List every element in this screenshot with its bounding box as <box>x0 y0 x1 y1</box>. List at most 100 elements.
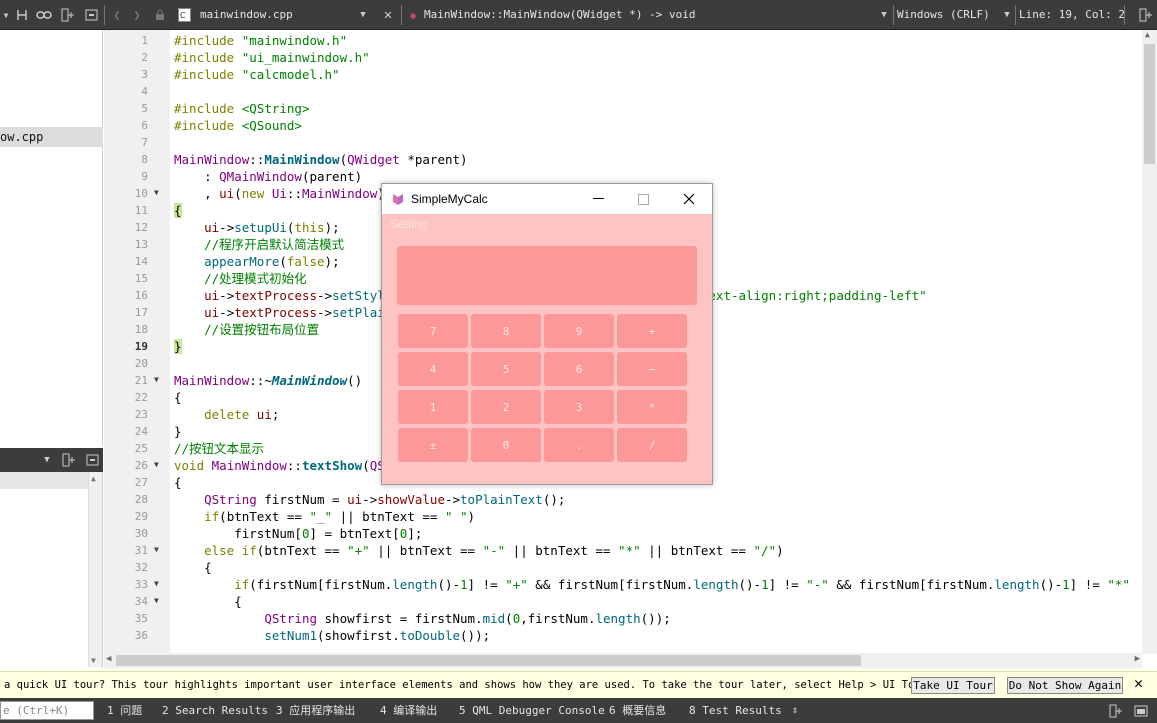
setting-menu[interactable]: Setting <box>390 217 427 231</box>
code-line[interactable]: QString firstNum = ui->showValue->toPlai… <box>174 491 565 508</box>
file-selector[interactable]: mainwindow.cpp <box>200 0 293 30</box>
tab-qml-debugger-console[interactable]: 5 QML Debugger Console <box>459 698 605 723</box>
calc-key[interactable]: 8 <box>471 314 541 348</box>
code-line[interactable]: QString showfirst = firstNum.mid(0,first… <box>174 610 670 627</box>
calc-key[interactable]: 7 <box>398 314 468 348</box>
chevron-down-icon[interactable]: ▼ <box>40 448 54 472</box>
code-line[interactable]: //按钮文本显示 <box>174 440 264 457</box>
split-icon[interactable] <box>60 448 78 472</box>
chevron-updown-icon[interactable]: ⇕ <box>792 698 798 723</box>
filter-icon[interactable]: ▾ <box>0 0 12 30</box>
scrollbar-thumb[interactable] <box>1144 44 1155 164</box>
code-line[interactable]: #include <QSound> <box>174 117 302 134</box>
calc-key[interactable]: 1 <box>398 390 468 424</box>
calc-key[interactable]: 5 <box>471 352 541 386</box>
fold-marker-icon[interactable]: ▼ <box>154 579 170 588</box>
code-line[interactable]: { <box>174 389 182 406</box>
code-line[interactable]: : QMainWindow(parent) <box>174 168 362 185</box>
code-line[interactable]: #include "calcmodel.h" <box>174 66 340 83</box>
code-line[interactable]: //程序开启默认简洁模式 <box>174 236 344 253</box>
tab-general-messages[interactable]: 6 概要信息 <box>609 698 666 723</box>
horizontal-scrollbar[interactable]: ◀ ▶ <box>104 653 1142 668</box>
code-line[interactable]: MainWindow::MainWindow(QWidget *parent) <box>174 151 468 168</box>
calculator-title-bar[interactable]: SimpleMyCalc <box>382 184 712 214</box>
back-icon[interactable]: ❮ <box>108 0 126 30</box>
code-line[interactable]: if(btnText == "_" || btnText == " ") <box>174 508 475 525</box>
tab-application-output[interactable]: 3 应用程序输出 <box>276 698 355 723</box>
code-line[interactable]: } <box>174 423 182 440</box>
code-line[interactable]: if(firstNum[firstNum.length()-1] != "+" … <box>174 576 1130 593</box>
close-sidebar-icon[interactable] <box>82 0 100 30</box>
panel-icon[interactable] <box>1130 698 1152 723</box>
calc-key[interactable]: 9 <box>544 314 614 348</box>
code-line[interactable]: ui->setupUi(this); <box>174 219 340 236</box>
link-icon[interactable] <box>33 0 55 30</box>
close-button[interactable] <box>666 184 711 214</box>
calc-key[interactable]: . <box>544 428 614 462</box>
code-line[interactable]: #include <QString> <box>174 100 309 117</box>
tab-issues[interactable]: 1 问题 <box>107 698 142 723</box>
split-icon[interactable] <box>1136 0 1156 30</box>
forward-icon[interactable]: ❯ <box>128 0 146 30</box>
code-line[interactable]: { <box>174 559 212 576</box>
maximize-button[interactable] <box>621 184 666 214</box>
code-line[interactable]: #include "mainwindow.h" <box>174 32 347 49</box>
chevron-down-icon[interactable]: ▼ <box>356 0 370 30</box>
code-line[interactable]: { <box>174 474 182 491</box>
code-line[interactable]: MainWindow::~MainWindow() <box>174 372 362 389</box>
line-ending-selector[interactable]: Windows (CRLF) <box>897 0 990 30</box>
calc-key[interactable]: + <box>617 314 687 348</box>
cursor-position[interactable]: Line: 19, Col: 2 <box>1019 0 1125 30</box>
symbol-selector[interactable]: MainWindow::MainWindow(QWidget *) -> voi… <box>424 0 696 30</box>
code-line[interactable]: //设置按钮布局位置 <box>174 321 319 338</box>
calc-key[interactable]: − <box>617 352 687 386</box>
locator-input[interactable]: e (Ctrl+K) <box>0 701 94 720</box>
code-line[interactable]: setNum1(showfirst.toDouble()); <box>174 627 490 644</box>
split-icon[interactable] <box>58 0 78 30</box>
sync-icon[interactable] <box>12 0 32 30</box>
fold-marker-icon[interactable]: ▼ <box>154 460 170 469</box>
code-line[interactable]: #include "ui_mainwindow.h" <box>174 49 370 66</box>
code-line[interactable]: , ui(new Ui::MainWindow) <box>174 185 385 202</box>
calc-key[interactable]: * <box>617 390 687 424</box>
code-line[interactable]: } <box>174 338 182 355</box>
tab-test-results[interactable]: 8 Test Results <box>689 698 782 723</box>
fold-marker-icon[interactable]: ▼ <box>154 375 170 384</box>
calc-key[interactable]: 0 <box>471 428 541 462</box>
minimize-button[interactable] <box>576 184 621 214</box>
fold-marker-icon[interactable]: ▼ <box>154 188 170 197</box>
split-icon[interactable] <box>1106 698 1126 723</box>
calc-key[interactable]: 2 <box>471 390 541 424</box>
chevron-down-icon[interactable]: ▼ <box>1000 0 1014 30</box>
code-line[interactable]: delete ui; <box>174 406 279 423</box>
tree-item-selected[interactable]: ow.cpp <box>0 127 103 147</box>
calc-key[interactable]: 4 <box>398 352 468 386</box>
take-ui-tour-button[interactable]: Take UI Tour <box>911 677 995 694</box>
list-item[interactable] <box>0 472 88 489</box>
scroll-up-icon[interactable]: ▲ <box>1145 30 1150 39</box>
calc-key[interactable]: 6 <box>544 352 614 386</box>
code-line[interactable]: { <box>174 593 242 610</box>
tab-compile-output[interactable]: 4 编译输出 <box>380 698 437 723</box>
fold-marker-icon[interactable]: ▼ <box>154 596 170 605</box>
calc-key[interactable]: 3 <box>544 390 614 424</box>
close-sidebar-icon[interactable] <box>83 448 101 472</box>
scrollbar[interactable]: ▲ ▼ <box>88 472 102 667</box>
fold-marker-icon[interactable]: ▼ <box>154 545 170 554</box>
code-line[interactable]: appearMore(false); <box>174 253 340 270</box>
code-line[interactable]: firstNum[0] = btnText[0]; <box>174 525 422 542</box>
scroll-left-icon[interactable]: ◀ <box>106 654 111 664</box>
code-line[interactable]: //处理模式初始化 <box>174 270 307 287</box>
calc-key[interactable]: / <box>617 428 687 462</box>
close-icon[interactable]: ✕ <box>1134 674 1143 692</box>
scroll-right-icon[interactable]: ▶ <box>1135 654 1140 664</box>
do-not-show-again-button[interactable]: Do Not Show Again <box>1007 677 1123 694</box>
tab-search-results[interactable]: 2 Search Results <box>162 698 268 723</box>
code-line[interactable]: { <box>174 202 182 219</box>
vertical-scrollbar[interactable]: ▲ <box>1142 30 1157 654</box>
scrollbar-thumb[interactable] <box>116 655 861 666</box>
calc-key[interactable]: ± <box>398 428 468 462</box>
chevron-down-icon[interactable]: ▼ <box>877 0 891 30</box>
close-icon[interactable]: ✕ <box>379 0 397 30</box>
code-line[interactable]: else if(btnText == "+" || btnText == "-"… <box>174 542 784 559</box>
